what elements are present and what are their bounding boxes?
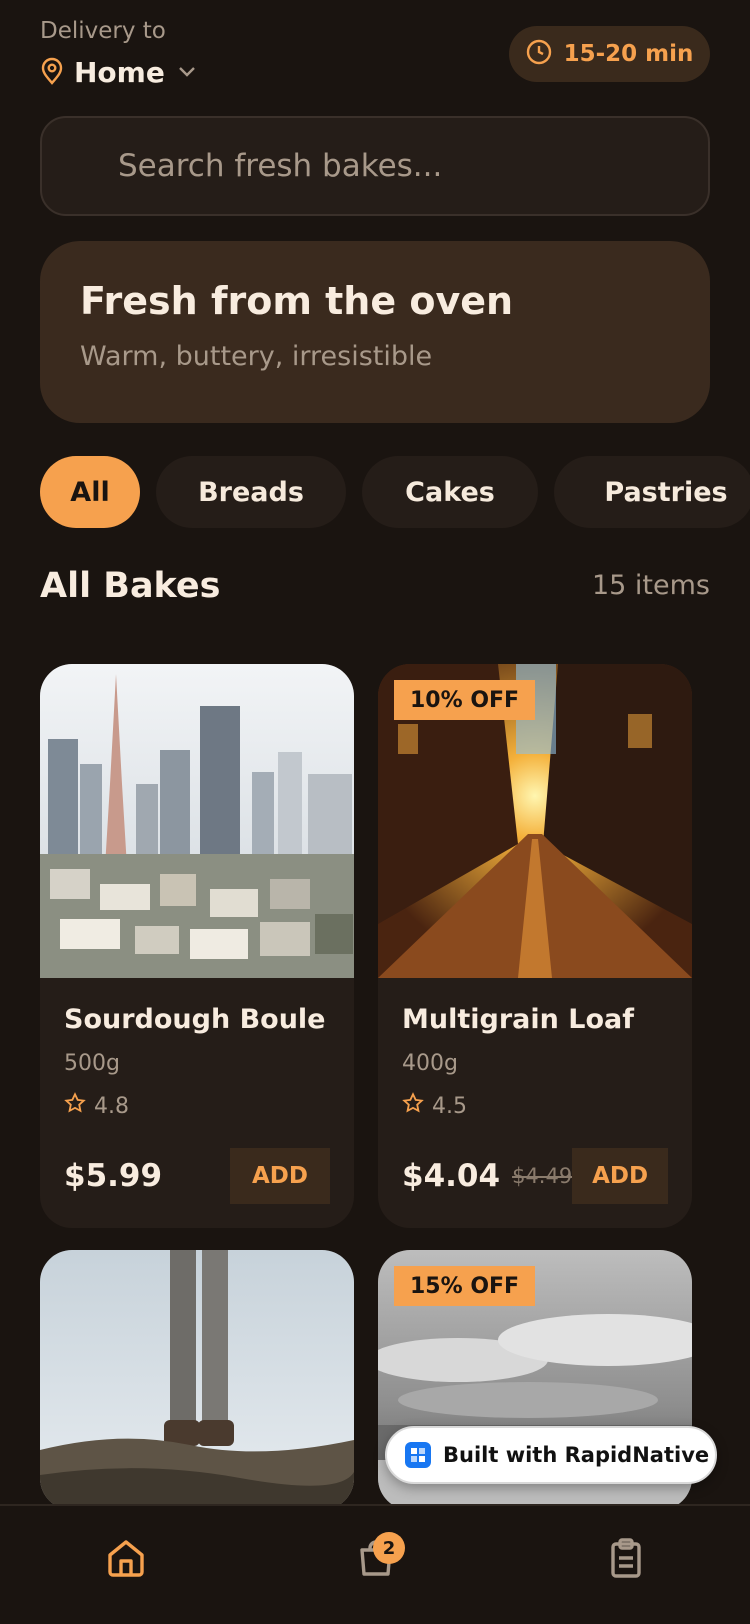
product-name: Sourdough Boule (64, 1004, 326, 1035)
sunset-street-photo: 10% OFF (378, 664, 692, 978)
product-card[interactable]: 10% OFF Multigrain Loaf 400g 4.5 $4.04 $… (378, 664, 692, 1228)
add-button[interactable]: ADD (572, 1148, 668, 1204)
chip-pastries[interactable]: Pastries (554, 456, 750, 528)
category-chips: All Breads Cakes Pastries (40, 456, 750, 528)
orders-icon (604, 1536, 648, 1596)
badge-label: Built with RapidNative (443, 1443, 710, 1467)
bottom-nav (0, 1504, 750, 1624)
cart-count-badge: 2 (373, 1532, 405, 1564)
eta-pill: 15-20 min (509, 26, 710, 82)
location-name: Home (74, 56, 165, 89)
chip-all[interactable]: All (40, 456, 140, 528)
product-price: $5.99 (64, 1158, 163, 1194)
nav-shop[interactable] (96, 1536, 156, 1596)
section-count: 15 items (591, 570, 710, 601)
product-rating: 4.8 (64, 1092, 330, 1120)
city-skyline-photo (40, 664, 354, 978)
add-button[interactable]: ADD (230, 1148, 330, 1204)
product-old-price: $4.49 (512, 1164, 573, 1188)
hero-title: Fresh from the oven (80, 279, 514, 323)
rapidnative-logo-icon (405, 1442, 431, 1468)
product-card[interactable] (40, 1250, 354, 1510)
star-icon (64, 1092, 86, 1120)
hero-banner: Fresh from the oven Warm, buttery, irres… (40, 241, 710, 423)
chip-cakes[interactable]: Cakes (362, 456, 538, 528)
header: Delivery to Home 15-20 min (40, 16, 710, 96)
map-pin-icon (40, 57, 64, 89)
built-with-badge[interactable]: Built with RapidNative (385, 1426, 717, 1484)
discount-badge: 15% OFF (394, 1266, 536, 1306)
product-name: Multigrain Loaf (402, 1004, 634, 1035)
nav-orders[interactable] (596, 1536, 656, 1596)
rating-value: 4.8 (94, 1093, 129, 1119)
clock-icon (526, 39, 552, 69)
home-icon (104, 1536, 148, 1596)
location-selector[interactable]: Home (40, 56, 197, 89)
product-card[interactable]: Sourdough Boule 500g 4.8 $5.99 ADD (40, 664, 354, 1228)
product-rating: 4.5 (402, 1092, 668, 1120)
product-price: $4.04 (402, 1158, 501, 1194)
chevron-down-icon (177, 63, 197, 82)
discount-badge: 10% OFF (394, 680, 536, 720)
rating-value: 4.5 (432, 1093, 467, 1119)
delivery-label: Delivery to (40, 18, 166, 44)
chip-breads[interactable]: Breads (156, 456, 346, 528)
hero-subtitle: Warm, buttery, irresistible (80, 341, 433, 372)
search-input[interactable]: Search fresh bakes... (40, 116, 710, 216)
hiker-boots-photo (40, 1250, 354, 1510)
product-weight: 500g (64, 1051, 120, 1076)
search-placeholder: Search fresh bakes... (118, 148, 443, 184)
product-weight: 400g (402, 1051, 458, 1076)
star-icon (402, 1092, 424, 1120)
eta-text: 15-20 min (563, 41, 694, 67)
section-title: All Bakes (40, 566, 221, 606)
